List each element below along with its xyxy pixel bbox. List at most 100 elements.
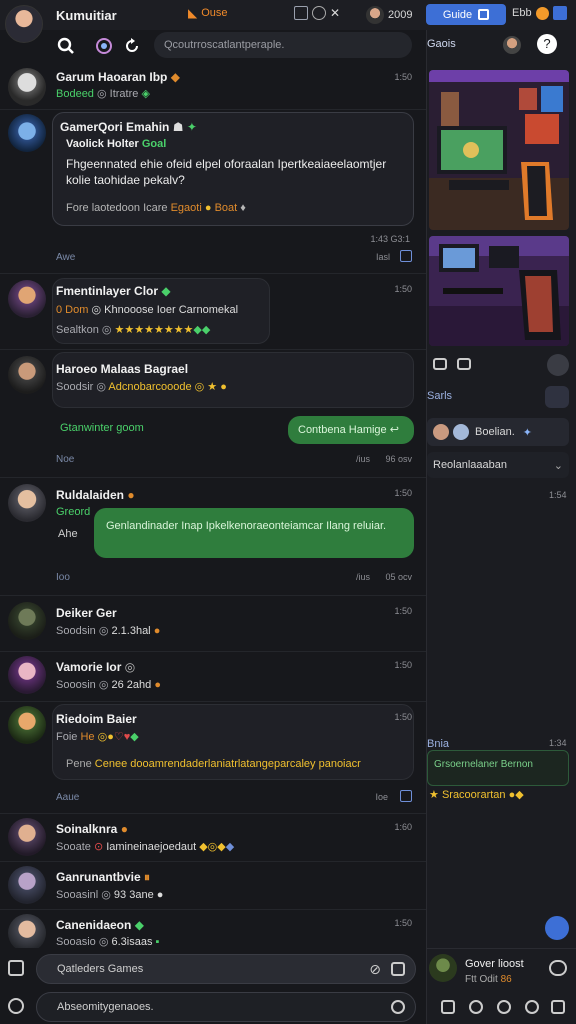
user-avatar[interactable] — [8, 602, 46, 640]
user-avatar[interactable] — [8, 280, 46, 318]
user-avatar[interactable] — [8, 356, 46, 394]
green-reply-bubble[interactable]: Contbena Hamige ↩ — [288, 416, 414, 444]
lock-icon[interactable] — [545, 386, 569, 408]
gallery-icon[interactable] — [457, 358, 471, 370]
message-status: Sooate ⊙ Iamineinaejoedaut ◆◎◆◆ — [56, 841, 235, 853]
conversation-pill[interactable]: Reolanlaaaban ⌄ — [427, 452, 569, 478]
share-icon[interactable] — [400, 250, 412, 262]
send-icon[interactable] — [391, 1000, 405, 1014]
help-icon[interactable]: ? — [537, 34, 557, 54]
message-author[interactable]: Vamorie Ior ◎ — [56, 660, 135, 674]
message-author[interactable]: Ruldalaiden ● — [56, 488, 135, 502]
reply-input[interactable]: Qatleders Games ⊘ — [36, 954, 416, 984]
message-title: Vaolick Holter Goal — [66, 138, 167, 150]
divider — [427, 948, 576, 949]
chat-message[interactable]: Riedoim Baier Foie He ◎●♡♥◆ Pene Cenee d… — [0, 702, 426, 814]
bottom-user-name[interactable]: Gover lioost — [465, 958, 524, 970]
emoji-icon[interactable] — [8, 998, 24, 1014]
grid-icon[interactable] — [552, 6, 567, 20]
close-icon[interactable]: ✕ — [330, 6, 340, 20]
edit-icon[interactable] — [547, 354, 569, 376]
bottom-user-sub: Ftt Odit 86 — [465, 974, 512, 985]
message-author[interactable]: Soinalknra ● — [56, 822, 128, 836]
reaction-count: /ius — [355, 572, 370, 582]
message-status: Soodsir ◎ Adcnobarcooode ◎ ★ ● — [56, 381, 227, 393]
chat-message[interactable]: Haroeo Malaas Bagrael Soodsir ◎ Adcnobar… — [0, 350, 426, 410]
emoji-icon[interactable] — [497, 1000, 511, 1014]
chat-message[interactable]: Canenidaeon ◆ Sooasio ◎ 6.3isaas ▪ 1:50 — [0, 910, 426, 952]
reply-link[interactable]: Awe — [56, 252, 75, 263]
chat-message[interactable]: Deiker Ger Soodsin ◎ 2.1.3hal ● 1:50 — [0, 596, 426, 652]
conversation-pill[interactable]: Boelian. ✦ — [427, 418, 569, 446]
chat-message[interactable]: Vamorie Ior ◎ Sooosin ◎ 26 2ahd ● 1:50 — [0, 652, 426, 702]
message-input[interactable]: Abseomitygenaoes. — [36, 992, 416, 1022]
chat-message[interactable]: GamerQori Emahin ☗ ✦ Vaolick Holter Goal… — [0, 110, 426, 274]
sticker-icon[interactable] — [469, 1000, 483, 1014]
gaming-room-photo[interactable] — [429, 236, 569, 346]
emoji-icon — [535, 6, 549, 20]
message-author[interactable]: Fmentinlayer Clor ◆ — [56, 284, 171, 298]
refresh-icon[interactable] — [122, 36, 142, 56]
guide-button[interactable]: Guide — [426, 4, 506, 25]
gif-icon[interactable] — [525, 1000, 539, 1014]
settings-icon[interactable] — [551, 1000, 565, 1014]
window-icon[interactable] — [294, 6, 308, 20]
user-avatar[interactable] — [8, 656, 46, 694]
chat-message[interactable]: Gtanwinter goom Contbena Hamige ↩ Noe /i… — [0, 410, 426, 478]
message-author[interactable]: Ganrunantbvie ⏸ — [56, 870, 150, 885]
image-icon[interactable] — [441, 1000, 455, 1014]
note-card[interactable]: Grsoernelaner Bernon — [427, 750, 569, 786]
chat-message[interactable]: Fmentinlayer Clor ◆ 0 Dom ◎ Khnooose Ioe… — [0, 274, 426, 350]
discover-icon[interactable] — [94, 36, 114, 56]
message-author[interactable]: Gtanwinter goom — [60, 422, 144, 434]
user-avatar[interactable] — [8, 68, 46, 106]
channel-selector[interactable]: ◣ Ouse — [188, 6, 228, 20]
message-status: Greord — [56, 506, 91, 518]
message-time: 1:50 — [394, 488, 412, 498]
chat-bubble-icon[interactable] — [549, 960, 567, 976]
note-title: Bnia — [427, 738, 450, 750]
attach-icon[interactable] — [391, 962, 405, 976]
chat-message[interactable]: Ganrunantbvie ⏸ Sooasinl ◎ 93 3ane ● — [0, 862, 426, 910]
search-icon[interactable] — [56, 36, 76, 56]
user-avatar-small[interactable] — [366, 6, 384, 24]
chat-feed[interactable]: Garum Haoaran Ibp ◆ Bodeed ◎ Itratre ◈ 1… — [0, 62, 426, 952]
user-avatar-small[interactable] — [503, 36, 521, 54]
right-label[interactable]: Ebb — [512, 6, 567, 20]
right-panel: Gaois ? Sarls Boelian. ✦ Reolanlaaaban ⌄… — [426, 30, 576, 1024]
gaming-setup-photo[interactable] — [429, 70, 569, 230]
clock-icon[interactable] — [312, 6, 326, 20]
user-avatar[interactable] — [8, 914, 46, 952]
chat-message[interactable]: Ruldalaiden ● Greord Ahe Genlandinader I… — [0, 478, 426, 596]
message-time: 1:50 — [394, 72, 412, 82]
message-author[interactable]: Haroeo Malaas Bagrael — [56, 362, 188, 376]
user-avatar[interactable] — [8, 866, 46, 904]
share-icon[interactable] — [400, 790, 412, 802]
message-author[interactable]: Garum Haoaran Ibp ◆ — [56, 70, 180, 84]
search-input[interactable]: Qcoutrroscatlantperaple. — [154, 32, 412, 58]
chat-message[interactable]: Soinalknra ● Sooate ⊙ Iamineinaejoedaut … — [0, 814, 426, 862]
flame-icon: ◣ — [188, 6, 198, 20]
message-author[interactable]: Deiker Ger — [56, 606, 117, 620]
message-author[interactable]: Canenidaeon ◆ — [56, 918, 144, 932]
reply-link[interactable]: Noe — [56, 454, 74, 465]
apps-icon[interactable] — [8, 960, 24, 976]
user-avatar[interactable] — [8, 706, 46, 744]
link-icon[interactable]: ⊘ — [369, 961, 381, 978]
user-avatar[interactable] — [8, 818, 46, 856]
reply-link[interactable]: Ioo — [56, 572, 70, 583]
user-avatar[interactable] — [8, 484, 46, 522]
note-footer: ★ Sracoorartan ●◆ — [429, 789, 524, 801]
message-author[interactable]: Riedoim Baier — [56, 712, 137, 726]
user-avatar[interactable] — [429, 954, 457, 982]
message-body: Fhgeennated ehie ofeid elpel oforaalan I… — [66, 157, 387, 187]
camera-icon[interactable] — [433, 358, 447, 370]
new-chat-icon[interactable] — [545, 916, 569, 940]
top-bar: Kumuitiar ◣ Ouse ✕ 2009 Guide Ebb — [0, 0, 576, 43]
chat-message[interactable]: Garum Haoaran Ibp ◆ Bodeed ◎ Itratre ◈ 1… — [0, 62, 426, 110]
reply-link[interactable]: Aaue — [56, 792, 79, 803]
message-status: Foie He ◎●♡♥◆ — [56, 731, 139, 743]
message-author[interactable]: GamerQori Emahin ☗ ✦ — [60, 120, 197, 134]
user-avatar[interactable] — [8, 114, 46, 152]
user-clock: 2009 — [366, 6, 412, 24]
